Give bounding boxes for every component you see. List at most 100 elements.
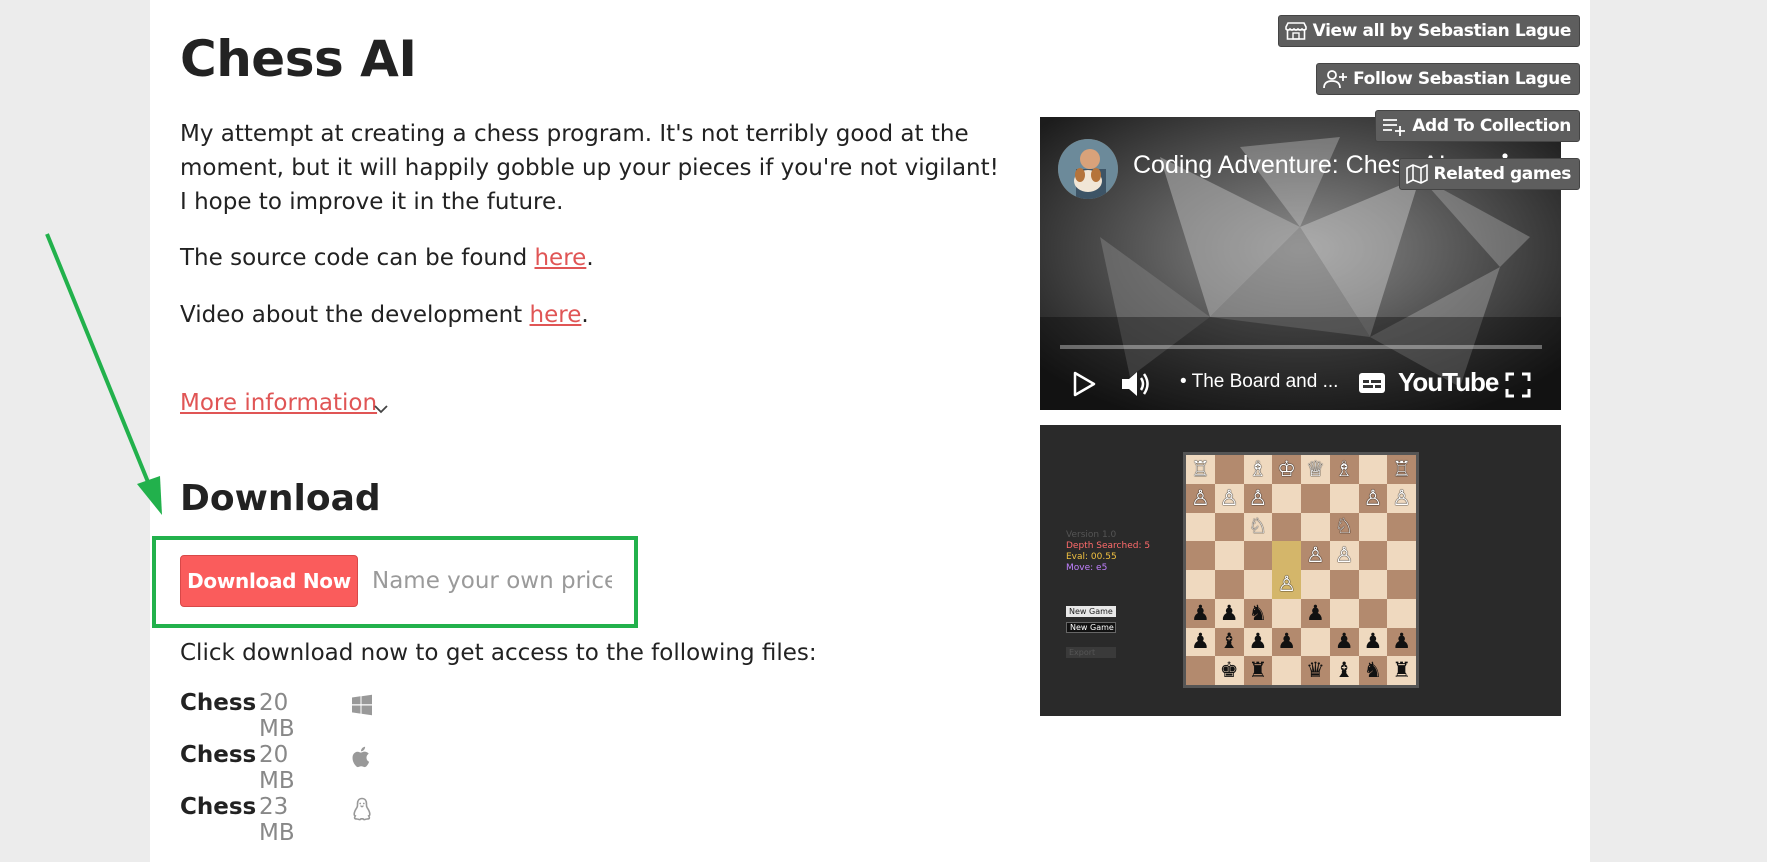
chess-piece[interactable]: ♙ xyxy=(1248,487,1267,509)
export-button[interactable]: Export xyxy=(1066,647,1116,658)
board-square[interactable] xyxy=(1243,541,1273,570)
board-square[interactable]: ♟ xyxy=(1387,627,1416,657)
board-square[interactable] xyxy=(1186,541,1215,570)
board-square[interactable]: ♙ xyxy=(1358,483,1388,513)
board-square[interactable]: ♖ xyxy=(1387,455,1416,484)
chess-piece[interactable]: ♗ xyxy=(1248,458,1267,480)
download-now-button[interactable]: Download Now xyxy=(180,555,358,607)
board-square[interactable] xyxy=(1358,570,1388,599)
board-square[interactable] xyxy=(1214,512,1244,542)
board-square[interactable] xyxy=(1387,512,1416,542)
board-square[interactable] xyxy=(1329,570,1359,599)
board-square[interactable]: ♗ xyxy=(1243,455,1273,484)
board-square[interactable]: ♙ xyxy=(1329,541,1359,570)
board-square[interactable]: ♙ xyxy=(1243,483,1273,513)
game-screenshot[interactable]: Version 1.0 Depth Searched: 5 Eval: 00.5… xyxy=(1040,425,1561,716)
captions-icon[interactable] xyxy=(1358,371,1386,395)
board-square[interactable] xyxy=(1301,483,1330,513)
new-game-button[interactable]: New Game xyxy=(1066,622,1116,633)
chess-piece[interactable]: ♚ xyxy=(1220,660,1239,681)
chess-piece[interactable]: ♙ xyxy=(1392,487,1411,509)
board-square[interactable]: ♔ xyxy=(1272,455,1301,484)
chess-piece[interactable]: ♛ xyxy=(1306,660,1325,681)
board-square[interactable]: ♚ xyxy=(1214,656,1244,685)
chess-piece[interactable]: ♝ xyxy=(1335,660,1354,681)
video-dev-link[interactable]: here xyxy=(530,302,582,328)
board-square[interactable] xyxy=(1329,483,1359,513)
board-square[interactable] xyxy=(1272,656,1301,685)
board-square[interactable]: ♞ xyxy=(1358,656,1388,685)
related-games-button[interactable]: Related games xyxy=(1398,158,1580,190)
board-square[interactable]: ♙ xyxy=(1272,570,1301,599)
board-square[interactable]: ♟ xyxy=(1329,627,1359,657)
chevron-down-icon[interactable] xyxy=(372,400,390,418)
chess-piece[interactable]: ♙ xyxy=(1363,487,1382,509)
chess-piece[interactable]: ♞ xyxy=(1363,660,1382,681)
board-square[interactable]: ♜ xyxy=(1243,656,1273,685)
board-square[interactable] xyxy=(1243,570,1273,599)
board-square[interactable]: ♝ xyxy=(1329,656,1359,685)
chess-piece[interactable]: ♟ xyxy=(1191,631,1210,652)
board-square[interactable] xyxy=(1301,570,1330,599)
board-square[interactable]: ♟ xyxy=(1301,598,1330,628)
chess-board[interactable]: ♖ ♗ ♔ ♕ ♗ ♖ ♙ ♙ ♙ ♙ ♙ ♘ ♘ ♙ ♙ ♙ ♟ ♟ ♞ ♟ ♟ ♝ ♟ ♟ ♟ ♟ ♟ ♚ ♜ ♛ ♝ ♞ ♜ xyxy=(1183,452,1419,688)
chess-piece[interactable]: ♙ xyxy=(1277,573,1296,595)
chess-piece[interactable]: ♟ xyxy=(1248,631,1267,652)
board-square[interactable] xyxy=(1272,512,1301,542)
board-square[interactable] xyxy=(1272,541,1301,570)
chess-piece[interactable]: ♔ xyxy=(1277,458,1296,480)
board-square[interactable] xyxy=(1387,598,1416,628)
video-progress-bar[interactable] xyxy=(1060,345,1542,349)
chess-piece[interactable]: ♜ xyxy=(1248,660,1267,681)
board-square[interactable] xyxy=(1387,570,1416,599)
chess-piece[interactable]: ♕ xyxy=(1306,458,1325,480)
chess-piece[interactable]: ♟ xyxy=(1335,631,1354,652)
more-information-toggle[interactable]: More information xyxy=(180,390,377,416)
channel-avatar[interactable] xyxy=(1058,139,1118,199)
board-square[interactable]: ♟ xyxy=(1186,598,1215,628)
board-square[interactable] xyxy=(1358,541,1388,570)
chess-piece[interactable]: ♞ xyxy=(1248,602,1267,624)
board-square[interactable] xyxy=(1329,598,1359,628)
chess-piece[interactable]: ♘ xyxy=(1248,516,1267,537)
board-square[interactable]: ♘ xyxy=(1329,512,1359,542)
add-to-collection-button[interactable]: Add To Collection xyxy=(1375,110,1580,142)
board-square[interactable]: ♜ xyxy=(1387,656,1416,685)
board-square[interactable]: ♕ xyxy=(1301,455,1330,484)
board-square[interactable] xyxy=(1301,512,1330,542)
board-square[interactable]: ♞ xyxy=(1243,598,1273,628)
board-square[interactable] xyxy=(1214,570,1244,599)
chess-piece[interactable]: ♙ xyxy=(1191,487,1210,509)
chess-piece[interactable]: ♟ xyxy=(1277,631,1296,652)
board-square[interactable]: ♟ xyxy=(1358,627,1388,657)
board-square[interactable]: ♟ xyxy=(1243,627,1273,657)
board-square[interactable] xyxy=(1214,455,1244,484)
chess-piece[interactable]: ♟ xyxy=(1191,602,1210,624)
chess-piece[interactable]: ♟ xyxy=(1220,602,1239,624)
board-square[interactable] xyxy=(1272,483,1301,513)
board-square[interactable] xyxy=(1358,598,1388,628)
board-square[interactable] xyxy=(1358,455,1388,484)
chess-piece[interactable]: ♝ xyxy=(1220,631,1239,652)
board-square[interactable] xyxy=(1272,598,1301,628)
board-square[interactable] xyxy=(1358,512,1388,542)
chess-piece[interactable]: ♙ xyxy=(1306,545,1325,566)
view-all-button[interactable]: View all by Sebastian Lague xyxy=(1277,15,1580,47)
board-square[interactable]: ♛ xyxy=(1301,656,1330,685)
board-square[interactable] xyxy=(1387,541,1416,570)
chess-piece[interactable]: ♜ xyxy=(1392,660,1411,681)
board-square[interactable]: ♙ xyxy=(1214,483,1244,513)
volume-icon[interactable] xyxy=(1120,369,1152,399)
price-input[interactable] xyxy=(372,560,612,602)
chess-piece[interactable]: ♟ xyxy=(1363,631,1382,652)
board-square[interactable] xyxy=(1186,512,1215,542)
follow-button[interactable]: Follow Sebastian Lague xyxy=(1316,63,1580,95)
board-square[interactable] xyxy=(1214,541,1244,570)
board-square[interactable] xyxy=(1301,627,1330,657)
board-square[interactable]: ♝ xyxy=(1214,627,1244,657)
board-square[interactable]: ♙ xyxy=(1186,483,1215,513)
board-square[interactable]: ♟ xyxy=(1214,598,1244,628)
board-square[interactable]: ♘ xyxy=(1243,512,1273,542)
chess-piece[interactable]: ♖ xyxy=(1392,458,1411,480)
chess-piece[interactable]: ♟ xyxy=(1392,631,1411,652)
